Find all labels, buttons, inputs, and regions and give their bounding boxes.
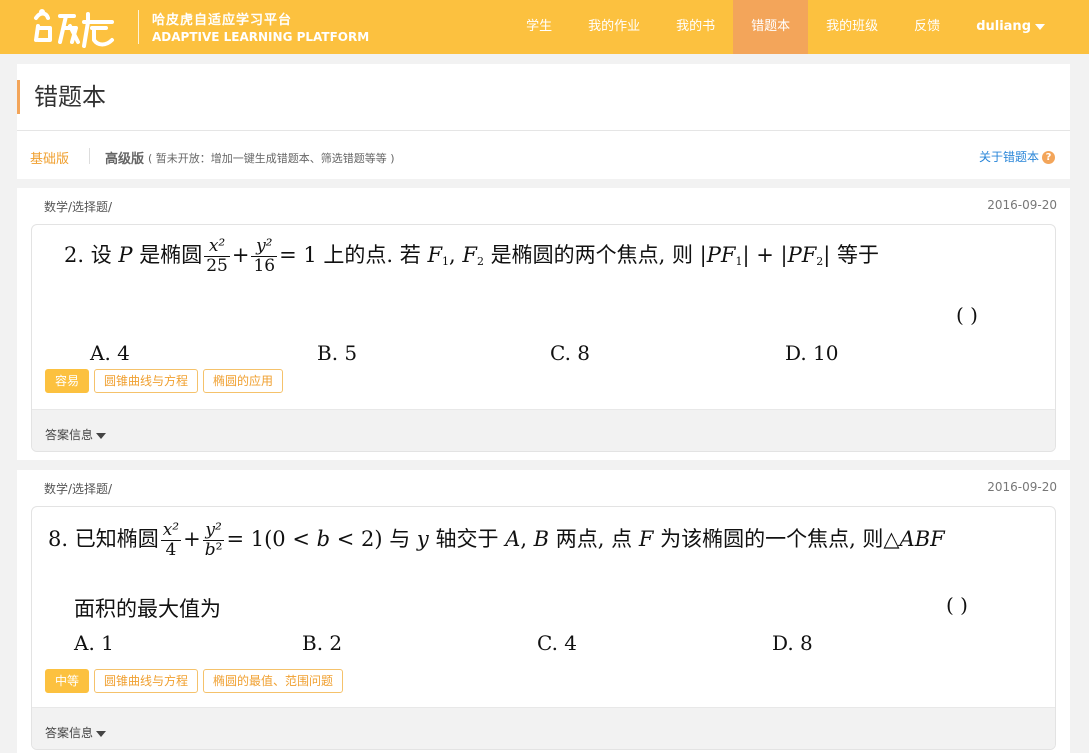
nav-item-mistake-book[interactable]: 错题本 [733,0,809,54]
answer-info-toggle[interactable]: 答案信息 [45,426,107,443]
option-a: A. 4 [90,341,130,365]
caret-down-icon [1035,23,1045,30]
option-b: B. 5 [317,341,358,365]
question-circle-icon: ? [1042,151,1055,164]
about-mistake-book-link[interactable]: 关于错题本? [979,148,1055,165]
answer-info-bar[interactable]: 答案信息 [32,409,1055,451]
tag-list: 容易 圆锥曲线与方程 椭圆的应用 [45,369,284,393]
top-nav-bar: 哈皮虎自适应学习平台 ADAPTIVE LEARNING PLATFORM 学生… [0,0,1089,54]
basic-version-tab[interactable]: 基础版 [30,148,69,167]
advanced-version-tab[interactable]: 高级版 [105,148,144,167]
about-link-label: 关于错题本 [978,150,1039,164]
answer-parens: ( ) [956,303,978,327]
option-b: B. 2 [302,631,343,655]
main-nav: 学生 我的作业 我的书 错题本 我的班级 反馈 duliang [508,0,1089,54]
logo-divider [138,10,139,44]
option-d: D. 8 [772,631,813,655]
answer-info-toggle[interactable]: 答案信息 [45,724,107,741]
question-stem: 8. 已知椭圆 x² 4 + y² b² = 1(0 < b < 2) 与 y 轴交于 A,… [48,520,945,560]
page-title: 错题本 [17,80,106,114]
knowledge-tag[interactable]: 圆锥曲线与方程 [94,369,199,393]
knowledge-tag[interactable]: 椭圆的最值、范围问题 [203,669,344,693]
option-c: C. 4 [537,631,578,655]
answer-info-label: 答案信息 [45,726,94,740]
option-d: D. 10 [785,341,839,365]
question-box: 2. 设 P 是椭圆 x² 25 + y² 16 = 1 上的点. 若 F1, F2 是椭圆… [31,224,1056,452]
question-box: 8. 已知椭圆 x² 4 + y² b² = 1(0 < b < 2) 与 y 轴交于 A,… [31,506,1056,750]
option-c: C. 8 [550,341,591,365]
nav-item-my-class[interactable]: 我的班级 [808,0,896,54]
knowledge-tag[interactable]: 圆锥曲线与方程 [94,669,199,693]
divider [89,148,90,164]
question-stem-continued: 面积的最大值为 [74,597,221,621]
nav-item-feedback[interactable]: 反馈 [896,0,958,54]
caret-down-icon [96,432,107,439]
knowledge-tag[interactable]: 椭圆的应用 [203,369,284,393]
user-menu[interactable]: duliang [958,0,1089,54]
question-card: 数学/选择题/ 2016-09-20 8. 已知椭圆 x² 4 + y² b² = 1(0 … [17,470,1070,753]
difficulty-badge: 中等 [45,669,90,693]
difficulty-badge: 容易 [45,369,90,393]
question-date: 2016-09-20 [987,198,1057,212]
nav-item-my-books[interactable]: 我的书 [658,0,733,54]
question-date: 2016-09-20 [987,480,1057,494]
answer-info-label: 答案信息 [45,428,94,442]
question-card: 数学/选择题/ 2016-09-20 2. 设 P 是椭圆 x² 25 + y² 16 = … [17,188,1070,460]
nav-item-student[interactable]: 学生 [508,0,570,54]
hapihu-logo[interactable] [30,6,126,50]
page-header-panel: 错题本 基础版 高级版 ( 暂未开放：增加一键生成错题本、筛选错题等等 ) 关于… [17,64,1070,179]
tag-list: 中等 圆锥曲线与方程 椭圆的最值、范围问题 [45,669,344,693]
question-category: 数学/选择题/ [44,482,113,496]
brand-tagline: ADAPTIVE LEARNING PLATFORM [152,30,370,44]
question-category: 数学/选择题/ [44,200,113,214]
advanced-version-note: ( 暂未开放：增加一键生成错题本、筛选错题等等 ) [148,152,395,165]
question-stem: 2. 设 P 是椭圆 x² 25 + y² 16 = 1 上的点. 若 F1, F2 是椭圆… [64,236,880,276]
nav-item-my-homework[interactable]: 我的作业 [570,0,658,54]
option-a: A. 1 [74,631,114,655]
answer-parens: ( ) [946,593,968,617]
answer-info-bar[interactable]: 答案信息 [32,707,1055,749]
divider [17,130,1070,131]
caret-down-icon [96,730,107,737]
brand-name: 哈皮虎自适应学习平台 [152,13,293,28]
user-name: duliang [976,19,1031,34]
